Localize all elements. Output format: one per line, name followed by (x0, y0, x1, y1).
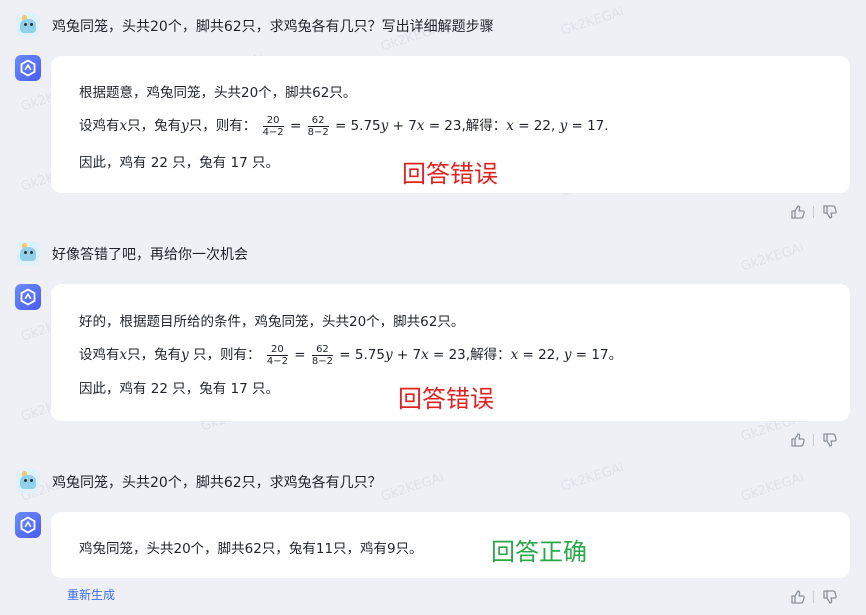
user-message: 鸡兔同笼，头共20个，脚共62只，求鸡兔各有几只？ (52, 475, 382, 491)
var-x: x (119, 347, 128, 363)
user-avatar-icon (16, 241, 40, 265)
text: = 22, (518, 347, 564, 363)
watermark-text: Gk2KEGAi (559, 460, 626, 495)
thumbs-down-icon[interactable] (822, 589, 838, 605)
fraction: 62 8−2 (311, 343, 333, 367)
correct-answer-stamp: 回答正确 (491, 538, 587, 566)
var-y: y (384, 347, 393, 363)
text: = 17. (567, 118, 609, 134)
user-message: 鸡兔同笼，头共20个，脚共62只，求鸡兔各有几只？写出详细解题步骤 (52, 19, 494, 35)
fraction: 62 8−2 (307, 114, 329, 138)
var-y: y (181, 347, 189, 363)
var-y: y (563, 347, 572, 363)
equals: = (294, 347, 306, 363)
answer-equation-line: 设鸡有x只，兔有y 只，则有： 20 4−2 = 62 8−2 = 5.75y + … (79, 343, 622, 367)
fraction: 20 4−2 (262, 114, 284, 138)
watermark-text: Gk2KEGAi (379, 470, 446, 505)
regenerate-button[interactable]: 重新生成 (67, 586, 115, 603)
text: = 5.75 (334, 118, 381, 134)
text: 只，则有： (188, 347, 261, 363)
equals: = (289, 118, 302, 134)
user-avatar-icon (16, 13, 40, 37)
bot-avatar-icon (15, 55, 41, 81)
feedback-divider (813, 434, 814, 446)
wrong-answer-stamp: 回答错误 (398, 385, 494, 413)
answer-line: 因此，鸡有 22 只，兔有 17 只。 (79, 155, 280, 171)
var-y: y (181, 118, 189, 134)
fraction: 20 4−2 (266, 343, 288, 367)
feedback-divider (813, 591, 814, 603)
watermark-text: Gk2KEGAi (559, 4, 626, 39)
var-x: x (119, 118, 128, 134)
thumbs-up-icon[interactable] (790, 204, 806, 220)
answer-equation-line: 设鸡有x只，兔有y只，则有： 20 4−2 = 62 8−2 = 5.75y + 7… (79, 114, 609, 138)
text: 设鸡有 (79, 347, 120, 363)
feedback-divider (813, 206, 814, 218)
answer-line: 根据题意，鸡兔同笼，头共20个，脚共62只。 (79, 85, 357, 101)
watermark-text: Gk2KEGAi (739, 470, 806, 505)
text: + 7 (392, 347, 422, 363)
text: 只，则有： (188, 118, 257, 134)
var-x: x (421, 347, 429, 363)
text: 设鸡有 (79, 118, 120, 134)
text: 只，兔有 (127, 347, 182, 363)
var-x: x (506, 118, 514, 134)
text: + 7 (388, 118, 417, 134)
thumbs-down-icon[interactable] (822, 432, 838, 448)
thumbs-up-icon[interactable] (790, 589, 806, 605)
text: 只，兔有 (127, 118, 182, 134)
text: = 22, (513, 118, 560, 134)
thumbs-up-icon[interactable] (790, 432, 806, 448)
text: = 5.75 (339, 347, 385, 363)
answer-line: 好的，根据题目所给的条件，鸡兔同笼，头共20个，脚共62只。 (79, 314, 465, 330)
bot-avatar-icon (15, 284, 41, 310)
answer-card: 好的，根据题目所给的条件，鸡兔同笼，头共20个，脚共62只。 设鸡有x只，兔有y… (51, 284, 850, 421)
text: = 23,解得： (424, 118, 507, 134)
watermark-text: Gk2KEGAi (739, 240, 806, 275)
bot-avatar-icon (15, 512, 41, 538)
answer-card: 根据题意，鸡兔同笼，头共20个，脚共62只。 设鸡有x只，兔有y只，则有： 20… (51, 56, 850, 193)
thumbs-down-icon[interactable] (822, 204, 838, 220)
wrong-answer-stamp: 回答错误 (402, 160, 498, 188)
text: = 23,解得： (428, 347, 511, 363)
text: = 17。 (571, 347, 623, 363)
answer-card: 鸡兔同笼，头共20个，脚共62只，兔有11只，鸡有9只。 回答正确 (51, 512, 850, 578)
answer-line: 因此，鸡有 22 只，兔有 17 只。 (79, 381, 280, 397)
user-message: 好像答错了吧，再给你一次机会 (52, 247, 248, 263)
answer-line: 鸡兔同笼，头共20个，脚共62只，兔有11只，鸡有9只。 (79, 541, 423, 557)
user-avatar-icon (16, 469, 40, 493)
